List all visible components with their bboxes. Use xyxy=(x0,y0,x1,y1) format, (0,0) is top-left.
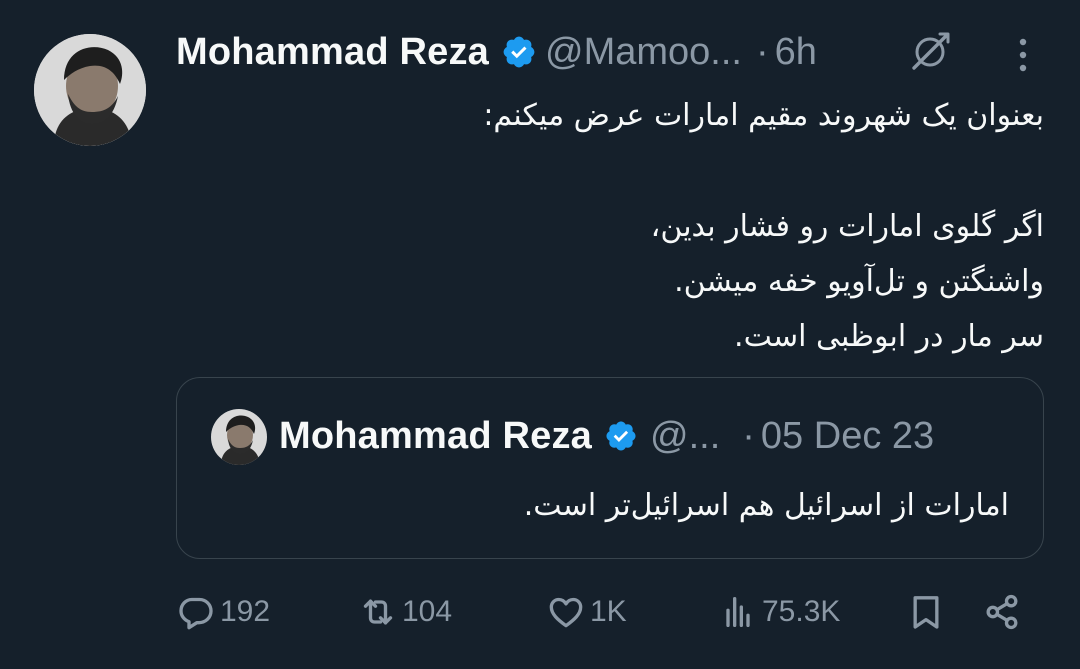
bookmark-button[interactable] xyxy=(906,588,946,636)
tweet-body-line: اگر گلوی امارات رو فشار بدین، xyxy=(650,209,1044,244)
more-icon[interactable] xyxy=(1008,36,1038,74)
repost-count: 104 xyxy=(402,595,453,628)
quoted-tweet-date: 05 Dec 23 xyxy=(760,414,935,457)
grok-icon[interactable] xyxy=(906,28,954,76)
tweet-body-line: سر مار در ابوظبی است. xyxy=(734,319,1044,354)
quoted-header-separator: · xyxy=(742,414,755,457)
quoted-tweet-header: Mohammad Reza @... · 05 Dec 23 xyxy=(279,408,934,464)
repost-button[interactable]: 104 xyxy=(358,588,452,636)
share-icon xyxy=(986,594,1018,630)
views-icon xyxy=(726,597,750,627)
heart-icon xyxy=(549,597,583,628)
share-button[interactable] xyxy=(982,588,1022,636)
tweet-body: بعنوان یک شهروند مقیم امارات عرض میکنم: … xyxy=(176,88,1044,364)
bookmark-icon xyxy=(913,596,939,629)
action-bar: 192 104 1K 75.3K xyxy=(176,588,1046,636)
header-separator: · xyxy=(755,30,769,73)
like-button[interactable]: 1K xyxy=(546,588,627,636)
quoted-author-avatar xyxy=(211,409,267,465)
quoted-author-handle: @... xyxy=(650,414,721,457)
views-button[interactable]: 75.3K xyxy=(718,588,840,636)
tweet-time[interactable]: 6h xyxy=(775,31,817,74)
tweet-header: Mohammad Reza @Mamoo... · 6h xyxy=(176,22,817,82)
tweet[interactable]: Mohammad Reza @Mamoo... · 6h بعنوان یک ش… xyxy=(0,0,1080,669)
author-avatar[interactable] xyxy=(34,34,146,146)
tweet-body-line: واشنگتن و تل‌آویو خفه میشن. xyxy=(674,264,1044,299)
quoted-tweet[interactable]: Mohammad Reza @... · 05 Dec 23 امارات از… xyxy=(176,377,1044,559)
like-count: 1K xyxy=(590,595,627,628)
verified-badge-icon xyxy=(606,421,636,451)
reply-count: 192 xyxy=(220,595,271,628)
quoted-tweet-text: امارات از اسرائیل هم اسرائیل‌تر است. xyxy=(523,488,1009,523)
verified-badge-icon xyxy=(503,36,535,68)
author-handle[interactable]: @Mamoo... xyxy=(545,31,742,74)
tweet-body-line: بعنوان یک شهروند مقیم امارات عرض میکنم: xyxy=(483,98,1044,133)
tweet-body-blank-line xyxy=(176,143,1044,199)
view-count: 75.3K xyxy=(762,595,841,628)
quoted-author-display-name: Mohammad Reza xyxy=(279,414,593,457)
author-display-name[interactable]: Mohammad Reza xyxy=(176,31,489,74)
repost-icon xyxy=(363,599,393,625)
reply-icon xyxy=(179,597,213,630)
reply-button[interactable]: 192 xyxy=(176,588,270,636)
